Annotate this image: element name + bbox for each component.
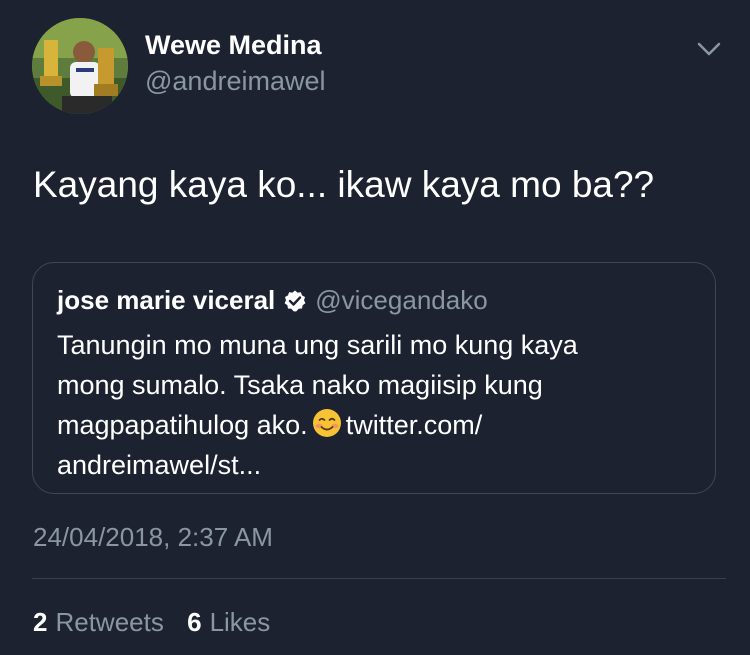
retweets-count: 2	[33, 607, 48, 637]
verified-badge-icon	[283, 289, 307, 313]
likes-stat[interactable]: 6 Likes	[187, 607, 270, 637]
quoted-text-line: Tanungin mo muna ung sarili mo kung kaya	[57, 330, 578, 360]
tweet-text: Kayang kaya ko... ikaw kaya mo ba??	[33, 164, 655, 205]
likes-count: 6	[187, 607, 202, 637]
quoted-author-handle: @vicegandako	[315, 285, 488, 315]
quoted-author-name: jose marie viceral	[57, 285, 276, 315]
quoted-tweet-link-continued[interactable]: andreimawel/st...	[57, 445, 697, 485]
quoted-tweet-text: Tanungin mo muna ung sarili mo kung kaya…	[57, 325, 697, 485]
quoted-tweet-header: jose marie viceral @vicegandako	[57, 285, 488, 316]
smiling-face-emoji-icon	[312, 408, 342, 438]
retweets-stat[interactable]: 2 Retweets	[33, 607, 164, 637]
tweet-detail: Wewe Medina @andreimawel Kayang kaya ko.…	[0, 0, 750, 655]
quoted-tweet-link[interactable]: twitter.com/	[346, 410, 483, 440]
divider	[32, 578, 726, 579]
retweets-label: Retweets	[55, 607, 164, 637]
tweet-timestamp: 24/04/2018, 2:37 AM	[33, 522, 273, 552]
quoted-text-line: magpapatihulog ako. twitter.com/	[57, 405, 697, 445]
avatar-photo	[32, 18, 128, 114]
tweet-stats: 2 Retweets 6 Likes	[33, 607, 286, 638]
quoted-text-line: mong sumalo. Tsaka nako magiisip kung	[57, 370, 543, 400]
quoted-text-segment: magpapatihulog ako.	[57, 410, 308, 440]
author-handle[interactable]: @andreimawel	[145, 66, 325, 97]
quoted-tweet[interactable]: jose marie viceral @vicegandako Tanungin…	[32, 262, 716, 494]
author-display-name[interactable]: Wewe Medina	[145, 30, 322, 61]
likes-label: Likes	[209, 607, 271, 637]
avatar[interactable]	[32, 18, 128, 114]
chevron-down-icon[interactable]	[696, 40, 722, 58]
